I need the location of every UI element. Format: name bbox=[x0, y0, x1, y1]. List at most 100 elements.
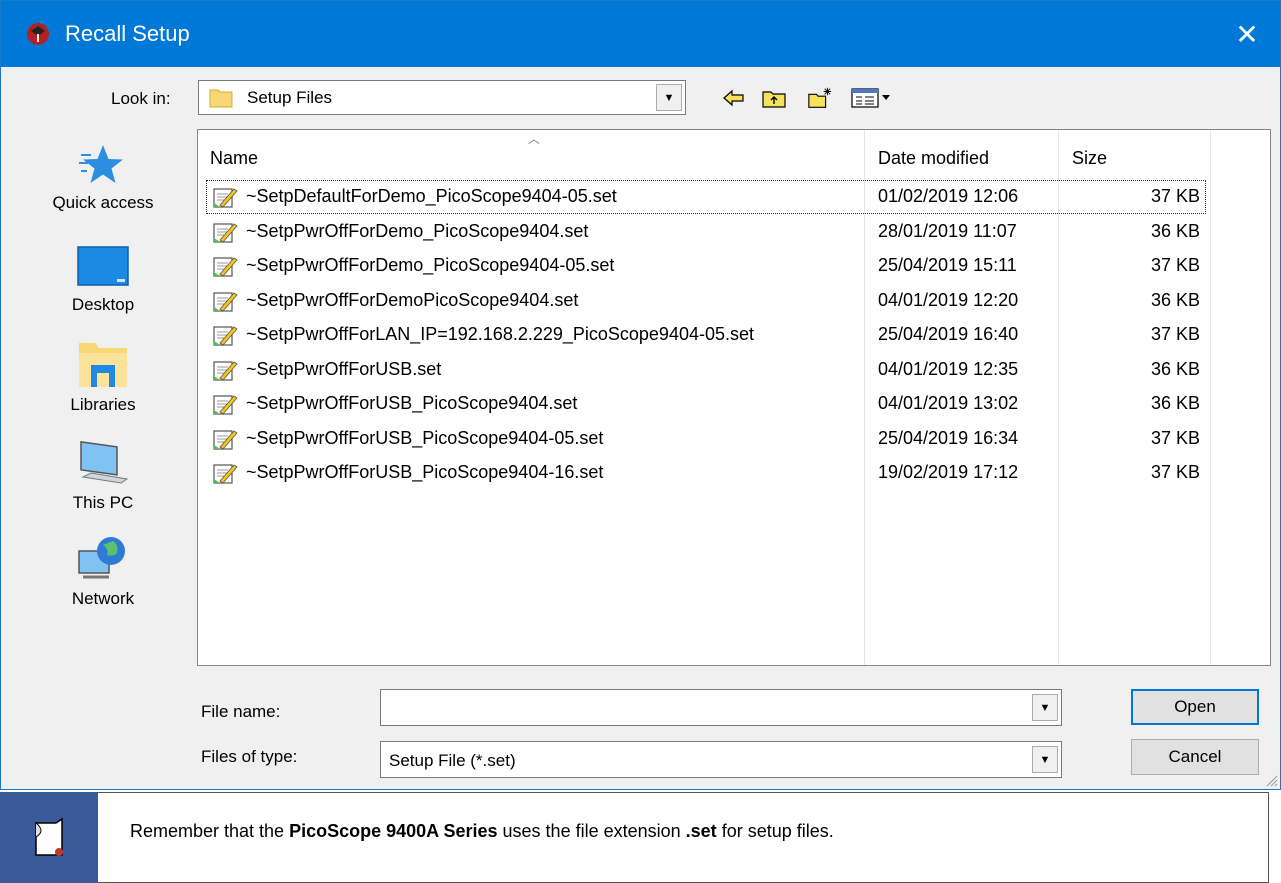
lookin-label: Look in: bbox=[111, 89, 171, 108]
file-name: ~SetpPwrOffForDemoPicoScope9404.set bbox=[246, 289, 579, 310]
note-extension: .set bbox=[685, 821, 717, 841]
place-network[interactable]: Network bbox=[11, 533, 195, 629]
tip-note: Remember that the PicoScope 9400A Series… bbox=[0, 792, 1281, 883]
computer-icon bbox=[80, 440, 129, 484]
file-row[interactable]: ~SetpPwrOffForDemoPicoScope9404.set 04/01… bbox=[206, 284, 1206, 318]
file-name: ~SetpDefaultForDemo_PicoScope9404-05.set bbox=[246, 186, 617, 206]
setup-file-icon bbox=[213, 395, 238, 415]
file-size: 37 KB bbox=[1150, 324, 1200, 344]
filetype-value: Setup File (*.set) bbox=[389, 751, 516, 770]
file-date: 25/04/2019 15:11 bbox=[878, 255, 1017, 275]
setup-file-icon bbox=[213, 188, 238, 208]
setup-file-icon bbox=[213, 429, 238, 450]
column-divider bbox=[1210, 130, 1211, 665]
note-product: PicoScope 9400A Series bbox=[289, 821, 498, 841]
view-menu-button[interactable] bbox=[851, 85, 893, 111]
file-size: 36 KB bbox=[1150, 358, 1200, 379]
file-size: 36 KB bbox=[1150, 220, 1200, 241]
file-name: ~SetpPwrOffForLAN_IP=192.168.2.229_PicoS… bbox=[246, 324, 755, 344]
lookin-value: Setup Files bbox=[247, 88, 333, 107]
new-folder-icon bbox=[808, 87, 832, 108]
place-libraries[interactable]: Libraries bbox=[11, 339, 195, 435]
file-size: 37 KB bbox=[1150, 255, 1200, 275]
chevron-down-icon: ▼ bbox=[663, 91, 675, 104]
star-icon bbox=[79, 145, 123, 183]
file-size: 37 KB bbox=[1150, 427, 1200, 448]
setup-file-icon bbox=[213, 257, 238, 277]
file-size: 36 KB bbox=[1150, 289, 1200, 310]
file-name: ~SetpPwrOffForUSB_PicoScope9404-16.set bbox=[246, 462, 604, 482]
filetype-select[interactable]: Setup File (*.set) ▼ bbox=[380, 741, 1062, 778]
open-button[interactable]: Open bbox=[1131, 689, 1259, 725]
file-date: 04/01/2019 13:02 bbox=[878, 393, 1019, 413]
note-middle: uses the file extension bbox=[497, 821, 686, 841]
file-date: 04/01/2019 12:35 bbox=[878, 358, 1019, 379]
desktop-icon bbox=[77, 246, 129, 286]
place-quick-access[interactable]: Quick access bbox=[11, 141, 195, 237]
setup-file-icon bbox=[213, 464, 238, 484]
note-text: Remember that the PicoScope 9400A Series… bbox=[130, 821, 834, 842]
file-list[interactable]: ︿ Name Date modified Size ~SetpDefaultFo… bbox=[197, 129, 1271, 666]
recall-setup-dialog: Recall Setup ✕ Look in: Setup Files ▼ Qu… bbox=[0, 0, 1281, 790]
up-folder-button[interactable] bbox=[761, 85, 787, 111]
filetype-label: Files of type: bbox=[201, 747, 298, 766]
note-icon bbox=[35, 817, 63, 856]
close-button[interactable]: ✕ bbox=[1214, 1, 1280, 67]
lookin-dropdown-button[interactable]: ▼ bbox=[656, 84, 682, 111]
chevron-down-icon: ▼ bbox=[1039, 753, 1051, 766]
file-name: ~SetpPwrOffForDemo_PicoScope9404.set bbox=[246, 220, 589, 241]
resize-grip-icon[interactable] bbox=[1264, 773, 1278, 787]
file-row[interactable]: ~SetpDefaultForDemo_PicoScope9404-05.set… bbox=[206, 180, 1206, 214]
file-size: 36 KB bbox=[1150, 393, 1200, 413]
cancel-button[interactable]: Cancel bbox=[1131, 739, 1259, 775]
file-date: 25/04/2019 16:34 bbox=[878, 427, 1019, 448]
file-name: ~SetpPwrOffForUSB_PicoScope9404-05.set bbox=[246, 427, 604, 448]
column-header-size[interactable]: Size bbox=[1072, 148, 1107, 169]
setup-file-icon bbox=[213, 291, 238, 312]
lookin-combo[interactable]: Setup Files ▼ bbox=[198, 80, 686, 115]
note-box: Remember that the PicoScope 9400A Series… bbox=[98, 792, 1269, 883]
filename-dropdown-button[interactable]: ▼ bbox=[1032, 694, 1058, 721]
note-suffix: for setup files. bbox=[716, 821, 834, 841]
place-label: Libraries bbox=[70, 395, 136, 414]
file-row[interactable]: ~SetpPwrOffForLAN_IP=192.168.2.229_PicoS… bbox=[206, 318, 1206, 352]
app-icon bbox=[27, 23, 49, 45]
file-name: ~SetpPwrOffForUSB_PicoScope9404.set bbox=[246, 393, 578, 413]
file-row[interactable]: ~SetpPwrOffForUSB_PicoScope9404-16.set 19… bbox=[206, 456, 1206, 490]
up-folder-icon bbox=[762, 91, 786, 108]
file-date: 19/02/2019 17:12 bbox=[878, 462, 1019, 482]
places-bar: Quick access Desktop Libraries This PC N… bbox=[11, 129, 195, 669]
open-button-label: Open bbox=[1174, 697, 1216, 716]
file-row[interactable]: ~SetpPwrOffForUSB_PicoScope9404.set 04/01… bbox=[206, 387, 1206, 421]
place-label: Quick access bbox=[52, 193, 154, 212]
place-desktop[interactable]: Desktop bbox=[11, 243, 195, 339]
file-name: ~SetpPwrOffForDemo_PicoScope9404-05.set bbox=[246, 255, 615, 275]
column-header-date[interactable]: Date modified bbox=[878, 148, 989, 169]
title-bar[interactable]: Recall Setup ✕ bbox=[1, 1, 1280, 67]
network-icon bbox=[78, 537, 125, 579]
file-size: 37 KB bbox=[1150, 186, 1200, 206]
setup-file-icon bbox=[213, 360, 238, 381]
filetype-dropdown-button[interactable]: ▼ bbox=[1032, 746, 1058, 773]
filename-label: File name: bbox=[201, 702, 281, 721]
filename-field[interactable]: ▼ bbox=[380, 689, 1062, 726]
note-badge bbox=[0, 792, 98, 883]
column-header-name[interactable]: Name bbox=[210, 148, 258, 169]
file-row[interactable]: ~SetpPwrOffForDemo_PicoScope9404.set 28/0… bbox=[206, 215, 1206, 249]
folder-icon bbox=[209, 89, 233, 108]
window-title: Recall Setup bbox=[65, 21, 190, 46]
file-row[interactable]: ~SetpPwrOffForUSB.set 04/01/2019 12:35 36 … bbox=[206, 353, 1206, 387]
view-menu-icon bbox=[851, 88, 890, 108]
place-label: Network bbox=[71, 589, 135, 608]
setup-file-icon bbox=[213, 326, 238, 346]
cancel-button-label: Cancel bbox=[1168, 747, 1222, 766]
back-button[interactable] bbox=[721, 85, 747, 111]
file-date: 01/02/2019 12:06 bbox=[878, 186, 1019, 206]
file-row[interactable]: ~SetpPwrOffForUSB_PicoScope9404-05.set 25… bbox=[206, 422, 1206, 456]
file-date: 28/01/2019 11:07 bbox=[878, 220, 1017, 241]
file-row[interactable]: ~SetpPwrOffForDemo_PicoScope9404-05.set 2… bbox=[206, 249, 1206, 283]
place-this-pc[interactable]: This PC bbox=[11, 437, 195, 533]
note-prefix: Remember that the bbox=[130, 821, 290, 841]
new-folder-button[interactable] bbox=[807, 85, 833, 111]
file-name: ~SetpPwrOffForUSB.set bbox=[246, 358, 442, 379]
